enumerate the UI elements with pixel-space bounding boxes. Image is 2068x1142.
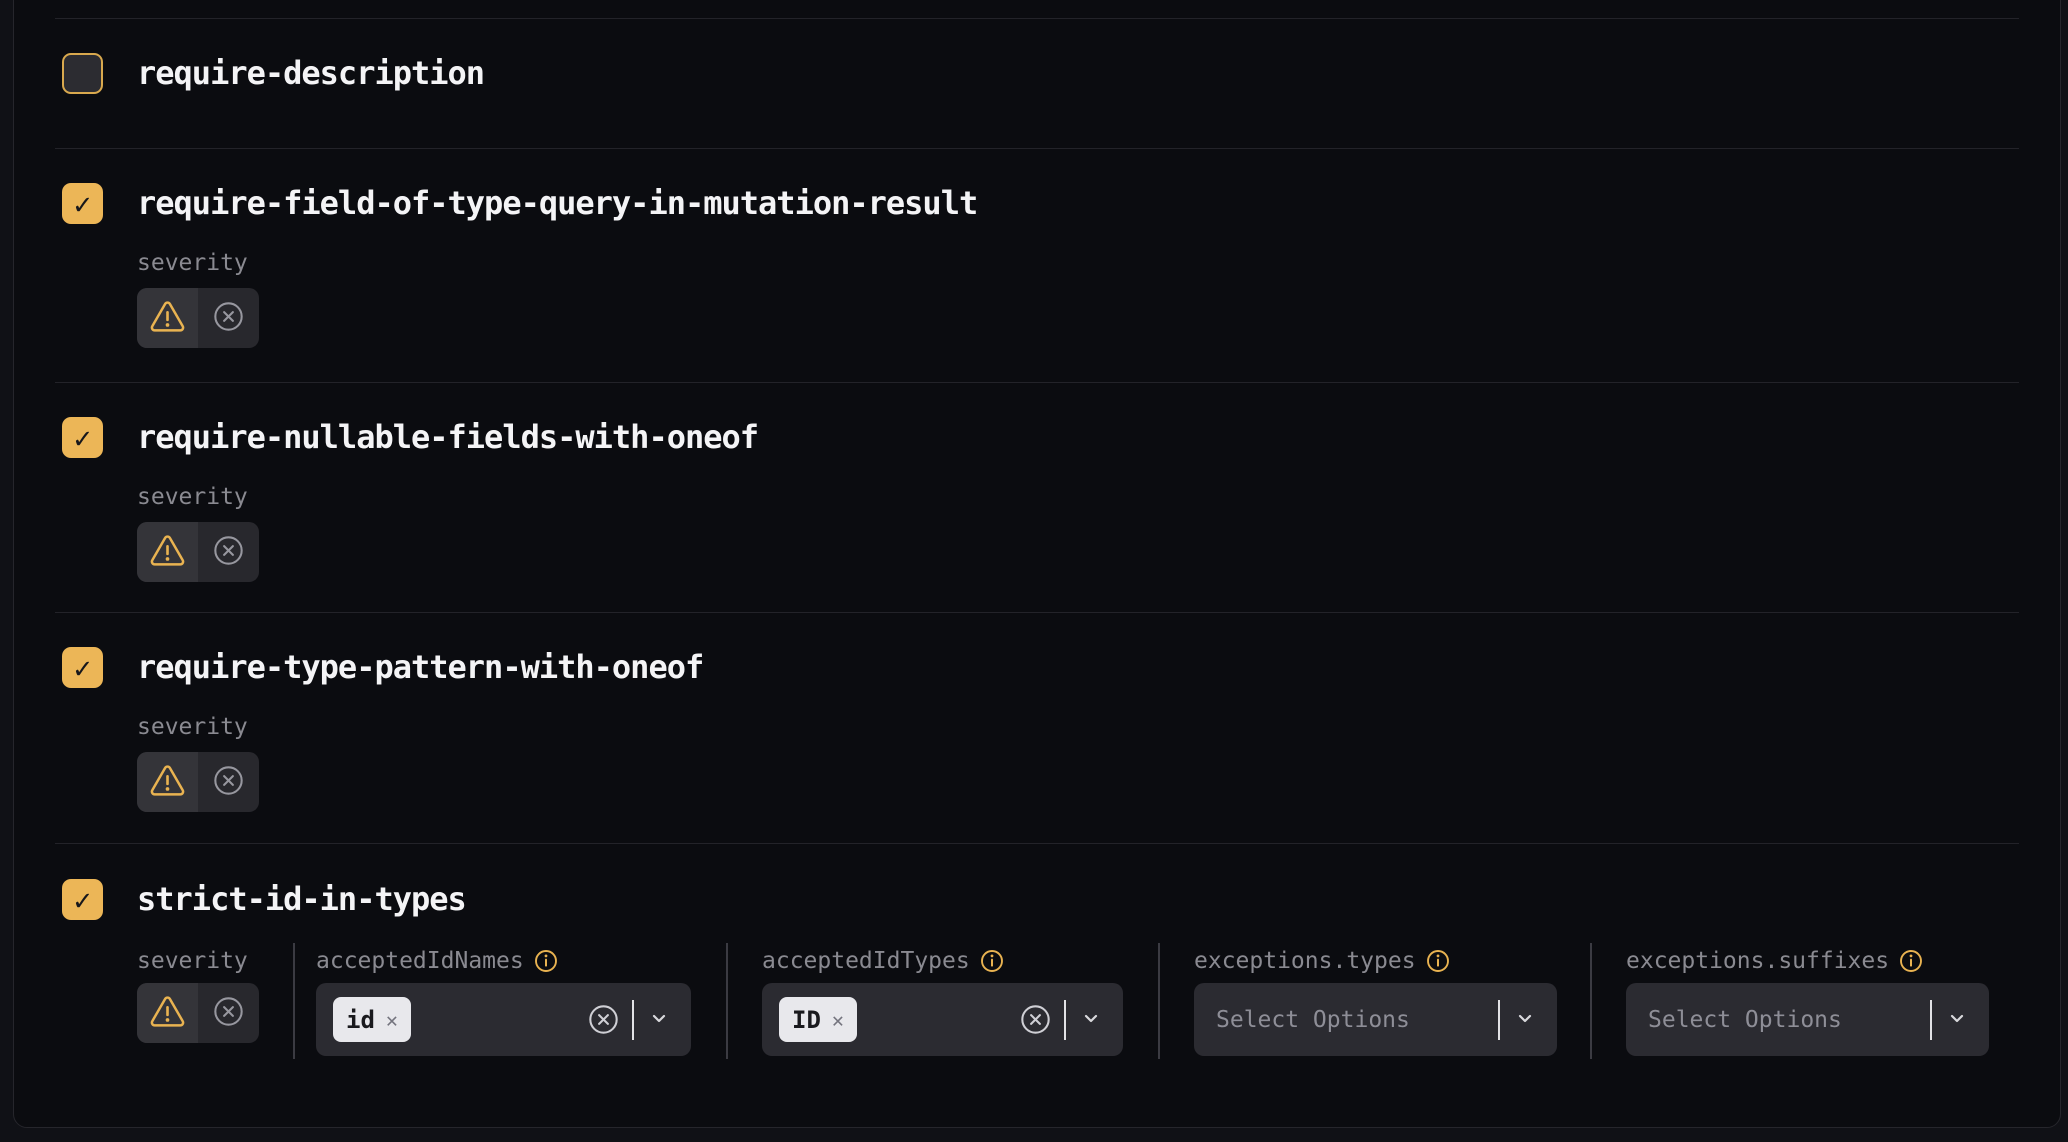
- rule-title: require-nullable-fields-with-oneof: [137, 417, 758, 458]
- clear-select-button[interactable]: [588, 1004, 619, 1035]
- warning-triangle-icon: [150, 765, 185, 796]
- chevron-down-icon: [647, 1006, 671, 1030]
- accepted-id-names-group: acceptedIdNames id ✕: [316, 947, 691, 1056]
- option-label-text: acceptedIdNames: [316, 948, 524, 974]
- severity-label: severity: [137, 483, 2019, 511]
- lint-rules-panel: require-description ✓ require-field-of-t…: [13, 0, 2061, 1128]
- severity-off-button[interactable]: [198, 522, 259, 582]
- group-divider: [1158, 943, 1160, 1059]
- select-divider: [632, 1000, 634, 1040]
- remove-chip-icon[interactable]: ✕: [386, 1008, 398, 1032]
- info-icon[interactable]: [534, 949, 558, 973]
- chevron-down-icon: [1079, 1006, 1103, 1030]
- severity-warn-button[interactable]: [137, 752, 198, 812]
- group-divider: [726, 943, 728, 1059]
- clear-selection-icon: [588, 1004, 619, 1035]
- select-divider: [1930, 1000, 1932, 1040]
- severity-label: severity: [137, 947, 293, 975]
- chevron-down-icon: [1945, 1006, 1969, 1030]
- info-icon[interactable]: [1426, 949, 1450, 973]
- info-icon[interactable]: [980, 949, 1004, 973]
- rule-row-require-field-of-type-query-in-mutation-result: ✓ require-field-of-type-query-in-mutatio…: [55, 148, 2019, 382]
- rule-checkbox[interactable]: ✓: [62, 183, 103, 224]
- accepted-id-types-group: acceptedIdTypes ID ✕: [762, 947, 1123, 1056]
- circle-x-icon: [213, 765, 244, 796]
- severity-toggle: [137, 983, 259, 1043]
- warning-triangle-icon: [150, 301, 185, 332]
- severity-off-button[interactable]: [198, 288, 259, 348]
- info-icon[interactable]: [980, 949, 1004, 973]
- exceptions-types-group: exceptions.types Select Options: [1194, 947, 1557, 1056]
- accepted-id-types-label: acceptedIdTypes: [762, 947, 1123, 975]
- clear-select-button[interactable]: [1020, 1004, 1051, 1035]
- rule-title: require-field-of-type-query-in-mutation-…: [137, 183, 977, 224]
- select-divider: [1064, 1000, 1066, 1040]
- severity-group: severity: [137, 947, 293, 1043]
- circle-x-icon: [213, 301, 244, 332]
- rule-row-require-type-pattern-with-oneof: ✓ require-type-pattern-with-oneof severi…: [55, 612, 2019, 843]
- exceptions-suffixes-select[interactable]: Select Options: [1626, 983, 1989, 1056]
- open-select-button[interactable]: [1513, 1006, 1537, 1034]
- option-label-text: exceptions.suffixes: [1626, 948, 1889, 974]
- rule-checkbox[interactable]: [62, 53, 103, 94]
- accepted-id-types-select[interactable]: ID ✕: [762, 983, 1123, 1056]
- select-divider: [1498, 1000, 1500, 1040]
- group-divider: [293, 943, 295, 1059]
- info-icon[interactable]: [1899, 949, 1923, 973]
- severity-off-button[interactable]: [198, 983, 259, 1043]
- severity-warn-button[interactable]: [137, 522, 198, 582]
- accepted-id-names-label: acceptedIdNames: [316, 947, 691, 975]
- chip-text: ID: [792, 1006, 821, 1034]
- open-select-button[interactable]: [1079, 1006, 1103, 1034]
- severity-off-button[interactable]: [198, 752, 259, 812]
- severity-toggle: [137, 752, 259, 812]
- severity-toggle: [137, 522, 259, 582]
- warning-triangle-icon: [150, 535, 185, 566]
- rule-row-require-nullable-fields-with-oneof: ✓ require-nullable-fields-with-oneof sev…: [55, 382, 2019, 612]
- severity-warn-button[interactable]: [137, 983, 198, 1043]
- chip-text: id: [346, 1006, 375, 1034]
- severity-label: severity: [137, 713, 2019, 741]
- option-label-text: acceptedIdTypes: [762, 948, 970, 974]
- rule-row-strict-id-in-types: ✓ strict-id-in-types severity acceptedId…: [55, 843, 2019, 1128]
- chevron-down-icon: [1513, 1006, 1537, 1030]
- select-placeholder: Select Options: [1211, 1007, 1410, 1033]
- open-select-button[interactable]: [1945, 1006, 1969, 1034]
- severity-warn-button[interactable]: [137, 288, 198, 348]
- clear-selection-icon: [1020, 1004, 1051, 1035]
- group-divider: [1590, 943, 1592, 1059]
- exceptions-types-label: exceptions.types: [1194, 947, 1557, 975]
- warning-triangle-icon: [150, 996, 185, 1027]
- option-label-text: exceptions.types: [1194, 948, 1416, 974]
- info-icon[interactable]: [1426, 949, 1450, 973]
- selected-chip: id ✕: [333, 997, 411, 1042]
- rule-checkbox[interactable]: ✓: [62, 417, 103, 458]
- exceptions-suffixes-label: exceptions.suffixes: [1626, 947, 1989, 975]
- rule-checkbox[interactable]: ✓: [62, 879, 103, 920]
- rule-options-row: severity acceptedIdNames: [137, 947, 2019, 1059]
- severity-label: severity: [137, 249, 2019, 277]
- circle-x-icon: [213, 535, 244, 566]
- info-icon[interactable]: [534, 949, 558, 973]
- rule-checkbox[interactable]: ✓: [62, 647, 103, 688]
- remove-chip-icon[interactable]: ✕: [832, 1008, 844, 1032]
- info-icon[interactable]: [1899, 949, 1923, 973]
- accepted-id-names-select[interactable]: id ✕: [316, 983, 691, 1056]
- rule-title: strict-id-in-types: [137, 879, 466, 920]
- circle-x-icon: [213, 996, 244, 1027]
- select-placeholder: Select Options: [1643, 1007, 1842, 1033]
- rule-title: require-description: [137, 53, 484, 94]
- severity-toggle: [137, 288, 259, 348]
- rule-row-require-description: require-description: [55, 18, 2019, 148]
- selected-chip: ID ✕: [779, 997, 857, 1042]
- open-select-button[interactable]: [647, 1006, 671, 1034]
- exceptions-suffixes-group: exceptions.suffixes Select Options: [1626, 947, 1989, 1056]
- panel-top-spacer: [55, 0, 2019, 18]
- rule-title: require-type-pattern-with-oneof: [137, 647, 703, 688]
- exceptions-types-select[interactable]: Select Options: [1194, 983, 1557, 1056]
